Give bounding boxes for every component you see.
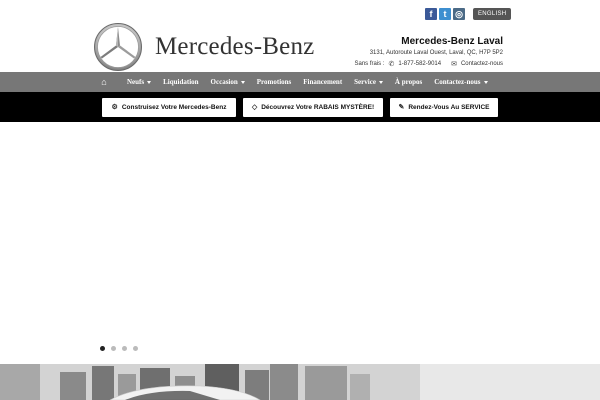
nav-item-service[interactable]: Service: [348, 78, 389, 86]
phone-icon: ✆: [388, 61, 395, 68]
hero-slider: [0, 122, 600, 360]
nav-label: Neufs: [127, 78, 145, 86]
dealer-info: Mercedes-Benz Laval 3131, Autoroute Lava…: [355, 36, 504, 68]
dealer-contact-line: Sans frais : ✆ 1-877-582-9014 ✉ Contacte…: [355, 60, 504, 68]
nav-item-contactez-nous[interactable]: Contactez-nous: [428, 78, 493, 86]
nav-label: Financement: [303, 78, 343, 86]
caret-down-icon: [378, 80, 383, 84]
dealer-address: 3131, Autoroute Laval Ouest, Laval, QC, …: [369, 50, 503, 56]
cta-label: Découvrez Votre RABAIS MYSTÈRE!: [261, 103, 375, 111]
city-skyline-image: [0, 364, 600, 400]
caret-down-icon: [483, 80, 488, 84]
nav-item-a-propos[interactable]: À propos: [389, 78, 428, 86]
nav-item-occasion[interactable]: Occasion: [205, 78, 251, 86]
nav-item-promotions[interactable]: Promotions: [251, 78, 297, 86]
home-icon[interactable]: ⌂: [97, 72, 111, 92]
site-header: Mercedes-Benz f t ◎ ENGLISH Mercedes-Ben…: [0, 0, 600, 72]
language-toggle-button[interactable]: ENGLISH: [473, 8, 512, 20]
caret-down-icon: [240, 80, 245, 84]
phone-link[interactable]: 1-877-582-9014: [398, 61, 441, 67]
build-your-mercedes-button[interactable]: ⚙ Construisez Votre Mercedes-Benz: [102, 97, 236, 117]
cta-bar: ⚙ Construisez Votre Mercedes-Benz ◇ Déco…: [0, 92, 600, 122]
nav-label: Service: [354, 78, 376, 86]
instagram-icon[interactable]: ◎: [453, 8, 465, 20]
facebook-icon[interactable]: f: [425, 8, 437, 20]
nav-label: Occasion: [210, 78, 238, 86]
service-appointment-button[interactable]: ✎ Rendez-Vous Au SERVICE: [390, 97, 498, 117]
gears-icon: ⚙: [111, 104, 118, 111]
nav-item-liquidation[interactable]: Liquidation: [157, 78, 204, 86]
contact-link[interactable]: Contactez-nous: [461, 61, 503, 67]
nav-label: Promotions: [256, 78, 292, 86]
promo-image-banner: [0, 364, 600, 400]
wrench-icon: ✎: [398, 104, 405, 111]
nav-label: À propos: [394, 78, 423, 86]
slider-dot[interactable]: [133, 346, 138, 351]
cta-label: Construisez Votre Mercedes-Benz: [121, 103, 227, 111]
slider-dot[interactable]: [111, 346, 116, 351]
nav-label: Contactez-nous: [434, 78, 481, 86]
main-nav: ⌂ Neufs Liquidation Occasion Promotions …: [0, 72, 600, 92]
slider-pagination: [100, 346, 138, 351]
cta-label: Rendez-Vous Au SERVICE: [408, 103, 490, 111]
tollfree-label: Sans frais :: [354, 61, 385, 67]
dealer-name: Mercedes-Benz Laval: [401, 36, 503, 47]
slider-dot[interactable]: [100, 346, 105, 351]
brand-logo[interactable]: Mercedes-Benz: [93, 22, 314, 72]
twitter-icon[interactable]: t: [439, 8, 451, 20]
nav-item-neufs[interactable]: Neufs: [121, 78, 157, 86]
tag-icon: ◇: [251, 104, 258, 111]
mercedes-star-icon: [94, 23, 142, 71]
envelope-icon: ✉: [451, 61, 457, 68]
brand-wordmark: Mercedes-Benz: [155, 33, 315, 60]
caret-down-icon: [147, 80, 152, 84]
nav-item-financement[interactable]: Financement: [297, 78, 348, 86]
nav-label: Liquidation: [163, 78, 199, 86]
slider-dot[interactable]: [122, 346, 127, 351]
social-links: f t ◎ ENGLISH: [425, 8, 512, 20]
mystery-discount-button[interactable]: ◇ Découvrez Votre RABAIS MYSTÈRE!: [243, 97, 383, 117]
